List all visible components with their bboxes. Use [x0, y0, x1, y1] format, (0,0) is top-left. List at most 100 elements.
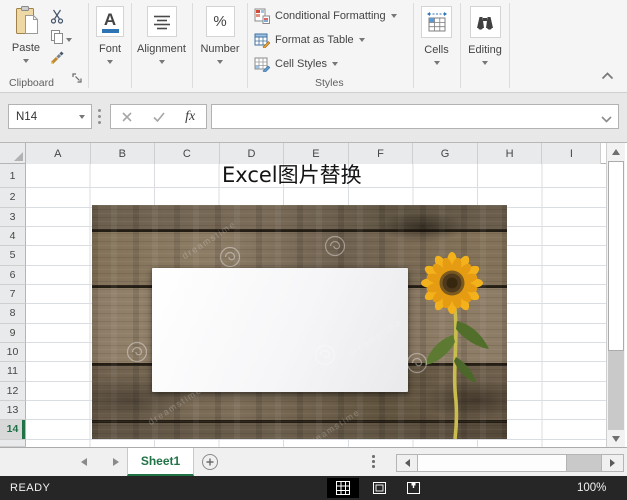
format-painter-button[interactable] [48, 48, 66, 66]
plus-icon [206, 458, 214, 466]
horizontal-scrollbar[interactable] [396, 454, 624, 472]
cut-button[interactable] [48, 7, 66, 25]
column-header-E[interactable]: E [284, 143, 349, 164]
editing-group-label: Editing [468, 44, 502, 56]
sheet-tab-active[interactable]: Sheet1 [127, 448, 194, 476]
row-header-6[interactable]: 6 [0, 266, 26, 285]
expand-formula-bar-button[interactable] [601, 114, 612, 126]
next-sheet-button[interactable] [113, 458, 119, 466]
cell-title-text: Excel图片替换 [222, 162, 362, 188]
font-button[interactable]: A Font [89, 6, 131, 64]
row-header-12[interactable]: 12 [0, 382, 26, 401]
vertical-scrollbar-thumb[interactable] [608, 161, 624, 351]
column-header-D[interactable]: D [220, 143, 285, 164]
page-layout-view-button[interactable] [366, 478, 393, 498]
sunflower-illustration [412, 205, 507, 439]
row-header-7[interactable]: 7 [0, 285, 26, 304]
row-header-4[interactable]: 4 [0, 227, 26, 246]
conditional-formatting-button[interactable]: Conditional Formatting [254, 6, 397, 26]
column-header-H[interactable]: H [478, 143, 543, 164]
cell-styles-icon [254, 56, 270, 72]
row-headers: 1234567891011121314 [0, 164, 26, 447]
row-header-13[interactable]: 13 [0, 401, 26, 420]
clipboard-dialog-launcher[interactable] [72, 70, 82, 88]
editing-button[interactable]: Editing [461, 6, 509, 65]
formula-input[interactable] [211, 104, 619, 129]
page-break-preview-button[interactable] [400, 478, 427, 498]
cell-styles-button[interactable]: Cell Styles [254, 54, 338, 74]
chevron-up-icon [601, 72, 614, 80]
number-dropdown-arrow [217, 60, 223, 64]
embedded-picture[interactable]: dreamstime dreamstime dreamstime dreamst… [92, 205, 507, 439]
scroll-right-button[interactable] [601, 455, 623, 471]
font-icon: A [96, 6, 124, 37]
vertical-scrollbar[interactable] [606, 143, 625, 447]
formula-bar-splitter[interactable] [98, 109, 101, 127]
sheet-tab-bar: Sheet1 [0, 447, 627, 476]
number-group-label: Number [200, 43, 239, 55]
page-layout-icon [372, 481, 387, 495]
row-header-2[interactable]: 2 [0, 188, 26, 207]
collapse-ribbon-button[interactable] [601, 67, 614, 85]
column-header-A[interactable]: A [26, 143, 91, 164]
column-header-G[interactable]: G [413, 143, 478, 164]
check-icon [153, 112, 165, 122]
select-all-triangle-icon [14, 152, 23, 161]
paste-button[interactable]: Paste [6, 5, 46, 63]
row-header-3[interactable]: 3 [0, 208, 26, 227]
row-header-8[interactable]: 8 [0, 304, 26, 323]
column-header-F[interactable]: F [349, 143, 414, 164]
conditional-formatting-label: Conditional Formatting [275, 10, 386, 22]
normal-view-button[interactable] [327, 478, 359, 498]
row-header-partial [0, 440, 26, 447]
triangle-up-icon [612, 149, 620, 155]
font-icon-letter: A [104, 11, 116, 28]
number-button[interactable]: % Number [193, 6, 247, 64]
cell-styles-label: Cell Styles [275, 58, 327, 70]
row-header-5[interactable]: 5 [0, 246, 26, 265]
dialog-launcher-icon [72, 73, 82, 83]
copy-dropdown-arrow[interactable] [66, 38, 72, 42]
row-header-1[interactable]: 1 [0, 164, 26, 188]
vertical-scrollbar-track[interactable] [608, 351, 624, 430]
horizontal-scrollbar-thumb[interactable] [418, 455, 567, 471]
row-header-14[interactable]: 14 [0, 420, 26, 439]
format-as-table-arrow [359, 38, 365, 42]
tab-bar-splitter[interactable] [372, 455, 375, 470]
cells-button[interactable]: Cells [414, 6, 459, 65]
alignment-icon [147, 6, 177, 37]
editing-dropdown-arrow [482, 61, 488, 65]
sheet-tab-label: Sheet1 [141, 454, 180, 468]
zoom-level[interactable]: 100% [577, 482, 606, 494]
editing-icon [470, 6, 501, 38]
alignment-button[interactable]: Alignment [132, 6, 191, 64]
previous-sheet-button[interactable] [81, 458, 87, 466]
fx-icon: fx [185, 109, 195, 125]
watermark-spiral-icon [314, 344, 336, 366]
scissors-icon [50, 9, 64, 24]
font-icon-underline [102, 29, 119, 33]
copy-button[interactable] [48, 27, 66, 45]
enter-button[interactable] [143, 112, 175, 122]
cancel-button[interactable] [111, 112, 143, 122]
watermark-spiral-icon [219, 246, 241, 268]
scroll-up-button[interactable] [607, 143, 625, 160]
scroll-down-button[interactable] [607, 430, 625, 447]
row-header-11[interactable]: 11 [0, 362, 26, 381]
new-sheet-button[interactable] [202, 454, 218, 470]
insert-function-button[interactable]: fx [174, 109, 206, 125]
scroll-left-button[interactable] [397, 455, 418, 471]
row-header-9[interactable]: 9 [0, 324, 26, 343]
ribbon-separator [509, 3, 510, 88]
name-box-value: N14 [16, 111, 37, 123]
name-box[interactable]: N14 [8, 104, 92, 129]
grid-view-icon [336, 481, 350, 495]
row-header-10[interactable]: 10 [0, 343, 26, 362]
chevron-down-icon [601, 116, 612, 123]
column-header-I[interactable]: I [542, 143, 601, 164]
column-header-C[interactable]: C [155, 143, 220, 164]
format-as-table-button[interactable]: Format as Table [254, 30, 365, 50]
horizontal-scrollbar-track[interactable] [567, 455, 601, 471]
column-header-B[interactable]: B [91, 143, 156, 164]
select-all-button[interactable] [0, 143, 26, 164]
